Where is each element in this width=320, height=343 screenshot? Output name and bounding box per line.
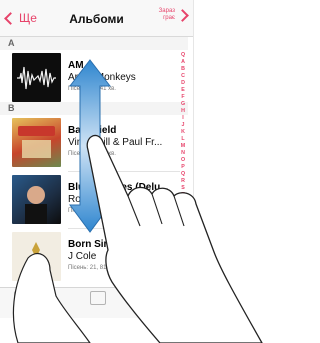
tab-bar: Радіо (0, 287, 193, 318)
index-letter[interactable]: P (181, 164, 185, 171)
album-artist: Robin Thicke (68, 194, 127, 205)
album-art (12, 53, 61, 102)
index-letter[interactable]: F (181, 94, 184, 101)
album-artist: Arctic Monkeys (68, 72, 136, 83)
index-letter[interactable]: B (181, 66, 185, 73)
album-meta: Пісень: 14, 58 хв. (68, 208, 116, 214)
index-letter[interactable]: Q (181, 52, 185, 59)
index-letter[interactable]: Q (181, 171, 185, 178)
album-artist: J Cole (68, 251, 97, 262)
index-letter[interactable]: M (181, 143, 185, 150)
album-title: Blurred Lines (Delu... (68, 182, 169, 193)
now-playing-button[interactable]: Зараз грає (151, 8, 189, 22)
index-letter[interactable]: R (181, 178, 185, 185)
tab-label: Радіо (14, 307, 30, 313)
album-meta: Пісень: 12, 41 хв. (68, 86, 116, 92)
album-art (12, 232, 61, 281)
album-row-born-sinner[interactable]: Born Sinner J Cole Пісень: 21, 81 хв. (0, 229, 180, 286)
index-letter[interactable]: H (181, 108, 185, 115)
album-row-blurred-lines[interactable]: Blurred Lines (Delu... Robin Thicke Пісе… (0, 172, 180, 229)
index-letter[interactable]: E (181, 87, 185, 94)
album-art (12, 175, 61, 224)
album-title: AM (68, 60, 84, 71)
albums-screen: Ще Альбоми Зараз грає A AM Arctic Monkey… (0, 0, 194, 343)
alphabet-index[interactable]: QABCDEFGHIJKLMNOPQRST (179, 52, 187, 199)
section-header-b: B (0, 102, 188, 115)
tab-playlists[interactable] (80, 291, 116, 307)
album-title: Born Sinner (68, 239, 126, 250)
index-letter[interactable]: G (181, 101, 185, 108)
index-letter[interactable]: S (181, 185, 185, 192)
index-letter[interactable]: I (182, 115, 183, 122)
album-row-bakerfield[interactable]: Bakerfield Vince Gill & Paul Fr... Пісен… (0, 115, 180, 172)
album-title: Bakerfield (68, 125, 117, 136)
index-letter[interactable]: T (181, 192, 184, 199)
section-header-a: A (0, 37, 188, 50)
index-letter[interactable]: L (181, 136, 184, 143)
index-letter[interactable]: N (181, 150, 185, 157)
chevron-right-icon (176, 8, 189, 22)
album-artist: Vince Gill & Paul Fr... (68, 137, 163, 148)
index-letter[interactable]: O (181, 157, 185, 164)
index-letter[interactable]: C (181, 73, 185, 80)
album-meta: Пісень: 21, 81 хв. (68, 265, 116, 271)
album-art (12, 118, 61, 167)
album-row-am[interactable]: AM Arctic Monkeys Пісень: 12, 41 хв. (0, 50, 180, 107)
index-letter[interactable]: A (181, 59, 185, 66)
index-letter[interactable]: K (181, 129, 185, 136)
index-letter[interactable]: D (181, 80, 185, 87)
radio-icon (14, 291, 30, 305)
playlist-icon (90, 291, 106, 305)
now-playing-label: Зараз грає (158, 8, 175, 21)
tab-radio[interactable]: Радіо (4, 291, 40, 313)
index-letter[interactable]: J (182, 122, 185, 129)
album-meta: Пісень: 14, 51 хв. (68, 151, 116, 157)
navigation-bar: Ще Альбоми Зараз грає (0, 0, 193, 37)
